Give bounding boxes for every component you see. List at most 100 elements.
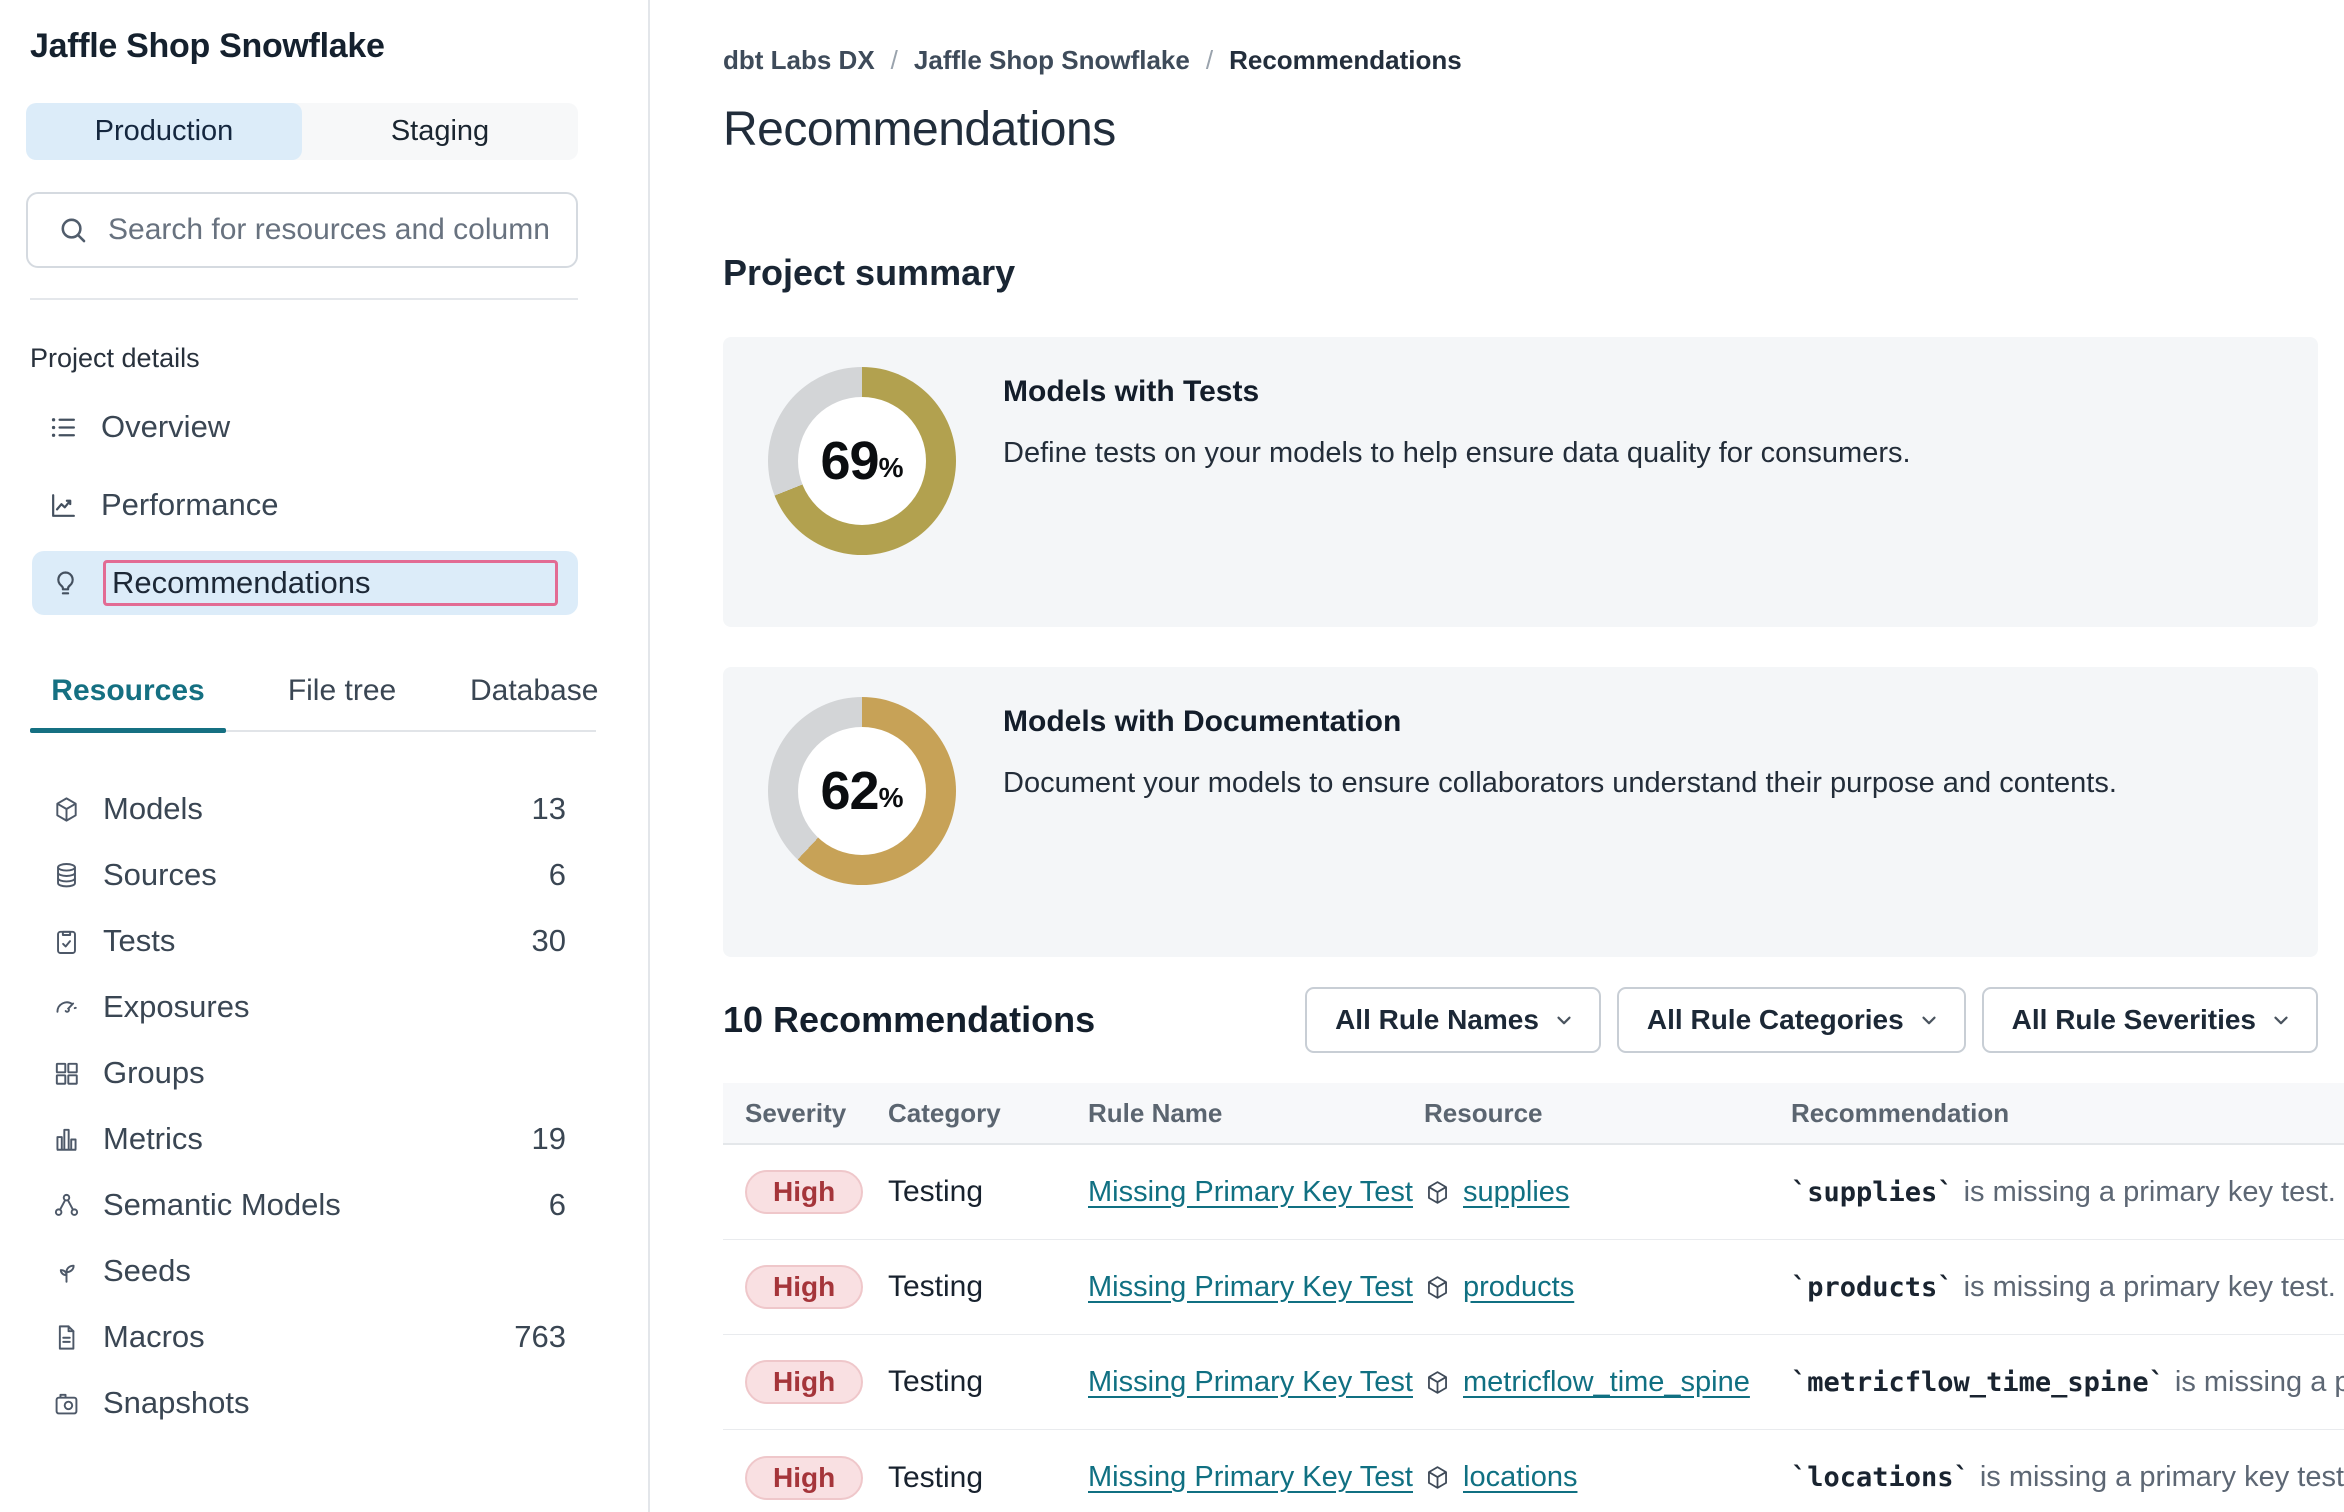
sidebar-item-performance[interactable]: Performance bbox=[30, 466, 578, 544]
cube-icon bbox=[1424, 1274, 1451, 1301]
recommendation-cell: `supplies` is missing a primary key test… bbox=[1791, 1176, 2344, 1209]
cube-icon bbox=[1424, 1179, 1451, 1206]
rule-name-link[interactable]: Missing Primary Key Test bbox=[1088, 1366, 1413, 1398]
resource-view-tabs: Resources File tree Database bbox=[30, 676, 596, 732]
resource-item-semantic-models[interactable]: Semantic Models 6 bbox=[30, 1172, 578, 1238]
sprout-icon bbox=[52, 1257, 81, 1286]
rule-name-link[interactable]: Missing Primary Key Test bbox=[1088, 1461, 1413, 1493]
cube-icon bbox=[52, 795, 81, 824]
category-cell: Testing bbox=[888, 1461, 1088, 1495]
resource-code: `locations` bbox=[1791, 1462, 1970, 1493]
donut-percent-value: 69 bbox=[821, 430, 879, 492]
lightbulb-icon bbox=[50, 568, 81, 599]
search-icon bbox=[56, 213, 90, 247]
project-title: Jaffle Shop Snowflake bbox=[30, 24, 578, 68]
focus-highlight-rect: Recommendations bbox=[103, 560, 558, 606]
resource-code: `products` bbox=[1791, 1272, 1954, 1303]
category-cell: Testing bbox=[888, 1175, 1088, 1209]
project-nav: Overview Performance Recommendations bbox=[30, 388, 578, 622]
card-title: Models with Tests bbox=[1003, 373, 1911, 411]
resource-item-groups[interactable]: Groups bbox=[30, 1040, 578, 1106]
category-cell: Testing bbox=[888, 1365, 1088, 1399]
donut-percent-sign: % bbox=[879, 782, 904, 814]
chart-line-icon bbox=[48, 490, 79, 521]
search-input[interactable] bbox=[108, 213, 548, 247]
chevron-down-icon bbox=[2270, 1009, 2292, 1031]
file-icon bbox=[52, 1323, 81, 1352]
table-header-row: Severity Category Rule Name Resource Rec… bbox=[723, 1083, 2344, 1145]
resource-link[interactable]: locations bbox=[1463, 1461, 1577, 1494]
tab-staging[interactable]: Staging bbox=[302, 103, 578, 160]
sidebar-item-label: Recommendations bbox=[112, 565, 370, 601]
breadcrumb-current: Recommendations bbox=[1229, 45, 1462, 76]
resource-count: 19 bbox=[532, 1121, 566, 1157]
breadcrumb: dbt Labs DX / Jaffle Shop Snowflake / Re… bbox=[723, 45, 2344, 76]
resource-item-snapshots[interactable]: Snapshots bbox=[30, 1370, 578, 1436]
environment-switcher: Production Staging bbox=[26, 103, 578, 160]
list-icon bbox=[48, 412, 79, 443]
summary-card-models-with-documentation: 62 % Models with Documentation Document … bbox=[723, 667, 2318, 957]
tab-resources[interactable]: Resources bbox=[30, 674, 226, 730]
col-header-severity: Severity bbox=[723, 1098, 888, 1129]
sidebar-item-label: Performance bbox=[101, 487, 278, 523]
sidebar: Jaffle Shop Snowflake Production Staging… bbox=[0, 0, 650, 1512]
col-header-recommendation: Recommendation bbox=[1791, 1098, 2344, 1129]
card-description: Document your models to ensure collabora… bbox=[1003, 765, 2117, 801]
recommendations-header-row: 10 Recommendations All Rule Names All Ru… bbox=[723, 987, 2318, 1053]
clipboard-check-icon bbox=[52, 927, 81, 956]
filter-group: All Rule Names All Rule Categories All R… bbox=[1305, 987, 2318, 1053]
gauge-icon bbox=[52, 993, 81, 1022]
chevron-down-icon bbox=[1918, 1009, 1940, 1031]
sidebar-divider bbox=[30, 298, 578, 300]
grid-icon bbox=[52, 1059, 81, 1088]
resource-item-metrics[interactable]: Metrics 19 bbox=[30, 1106, 578, 1172]
rule-name-link[interactable]: Missing Primary Key Test bbox=[1088, 1271, 1413, 1303]
table-row: High Testing Missing Primary Key Test su… bbox=[723, 1145, 2344, 1240]
resource-item-exposures[interactable]: Exposures bbox=[30, 974, 578, 1040]
sidebar-item-recommendations[interactable]: Recommendations bbox=[30, 544, 578, 622]
chevron-down-icon bbox=[1553, 1009, 1575, 1031]
filter-rule-names[interactable]: All Rule Names bbox=[1305, 987, 1601, 1053]
tab-production[interactable]: Production bbox=[26, 103, 302, 160]
page-title: Recommendations bbox=[723, 102, 2344, 158]
tab-file-tree[interactable]: File tree bbox=[276, 674, 408, 730]
resource-item-tests[interactable]: Tests 30 bbox=[30, 908, 578, 974]
summary-card-models-with-tests: 69 % Models with Tests Define tests on y… bbox=[723, 337, 2318, 627]
filter-rule-categories[interactable]: All Rule Categories bbox=[1617, 987, 1966, 1053]
filter-rule-severities[interactable]: All Rule Severities bbox=[1982, 987, 2318, 1053]
resource-item-seeds[interactable]: Seeds bbox=[30, 1238, 578, 1304]
cube-icon bbox=[1424, 1464, 1451, 1491]
donut-percent-value: 62 bbox=[821, 760, 879, 822]
search-box[interactable] bbox=[26, 192, 578, 268]
card-title: Models with Documentation bbox=[1003, 703, 2117, 741]
breadcrumb-link-dbt-labs-dx[interactable]: dbt Labs DX bbox=[723, 45, 875, 76]
donut-percent-sign: % bbox=[879, 452, 904, 484]
severity-badge: High bbox=[745, 1265, 863, 1309]
resource-item-sources[interactable]: Sources 6 bbox=[30, 842, 578, 908]
category-cell: Testing bbox=[888, 1270, 1088, 1304]
main-content: dbt Labs DX / Jaffle Shop Snowflake / Re… bbox=[650, 0, 2344, 1512]
camera-icon bbox=[52, 1389, 81, 1418]
network-icon bbox=[52, 1191, 81, 1220]
table-row: High Testing Missing Primary Key Test lo… bbox=[723, 1430, 2344, 1512]
col-header-resource: Resource bbox=[1424, 1098, 1791, 1129]
resource-link[interactable]: metricflow_time_spine bbox=[1463, 1366, 1750, 1399]
recommendation-cell: `metricflow_time_spine` is missing a pri… bbox=[1791, 1366, 2344, 1399]
rule-name-link[interactable]: Missing Primary Key Test bbox=[1088, 1176, 1413, 1208]
resource-link[interactable]: supplies bbox=[1463, 1176, 1569, 1209]
project-summary-heading: Project summary bbox=[723, 253, 2344, 293]
tab-database[interactable]: Database bbox=[470, 674, 592, 730]
database-icon bbox=[52, 861, 81, 890]
resource-item-macros[interactable]: Macros 763 bbox=[30, 1304, 578, 1370]
resource-item-models[interactable]: Models 13 bbox=[30, 776, 578, 842]
recommendations-heading: 10 Recommendations bbox=[723, 999, 1095, 1041]
resource-count: 13 bbox=[532, 791, 566, 827]
breadcrumb-link-project[interactable]: Jaffle Shop Snowflake bbox=[914, 45, 1190, 76]
resource-count: 30 bbox=[532, 923, 566, 959]
donut-chart-documentation: 62 % bbox=[768, 697, 956, 885]
sidebar-item-overview[interactable]: Overview bbox=[30, 388, 578, 466]
resource-link[interactable]: products bbox=[1463, 1271, 1574, 1304]
resource-count: 6 bbox=[549, 1187, 566, 1223]
recommendation-cell: `products` is missing a primary key test… bbox=[1791, 1271, 2344, 1304]
severity-badge: High bbox=[745, 1360, 863, 1404]
